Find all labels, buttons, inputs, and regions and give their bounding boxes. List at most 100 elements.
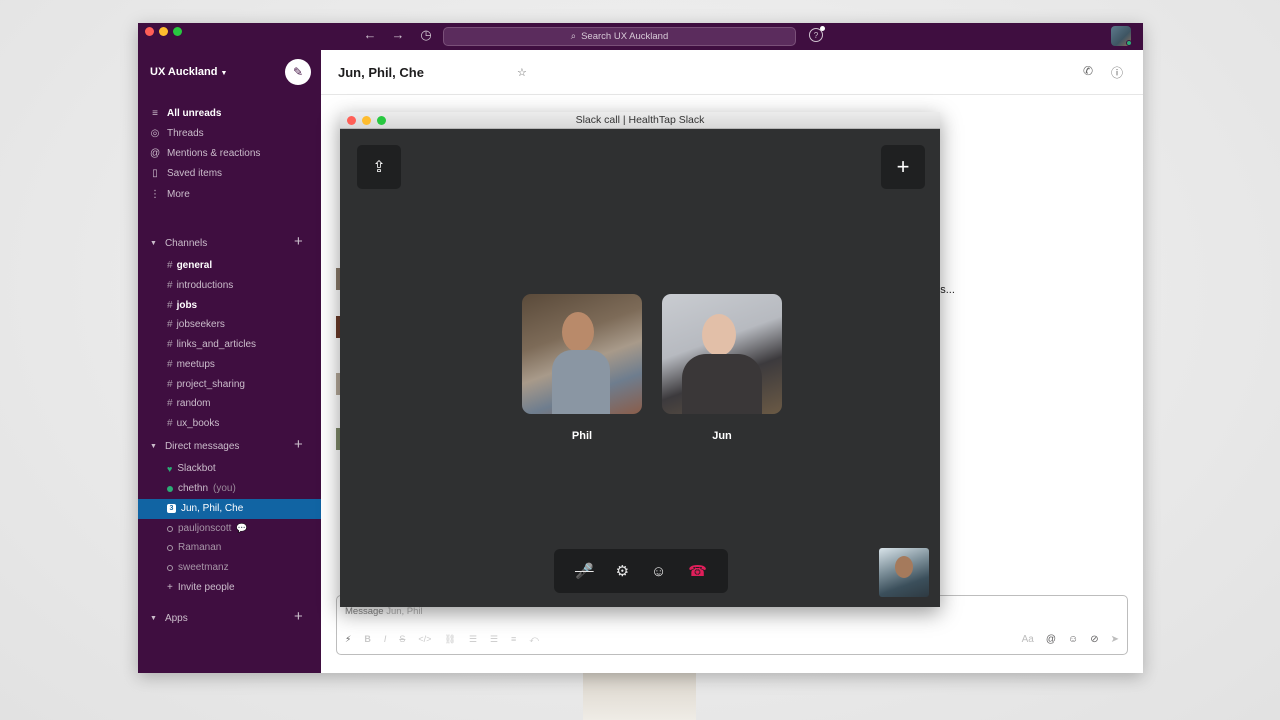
ordered-list-icon[interactable]: ☰ [469, 634, 477, 645]
hang-up-icon[interactable]: ☎ [688, 562, 707, 580]
sidebar-item-all-unreads[interactable]: ≡ All unreads [150, 105, 221, 121]
conversation-title[interactable]: Jun, Phil, Che [338, 65, 424, 80]
code-icon[interactable]: </> [418, 634, 431, 645]
call-controls: 🎤 ⚙ ☺ ☎ [554, 549, 728, 593]
search-bar[interactable]: ⌕ Search UX Auckland [443, 27, 796, 46]
forward-arrow-icon[interactable]: → [389, 27, 407, 43]
dm-section-toggle[interactable]: ▼ Direct messages [150, 441, 239, 452]
sidebar-item-channel[interactable]: # ux_books [167, 418, 219, 429]
sidebar-item-channel[interactable]: # links_and_articles [167, 339, 256, 350]
blockquote-icon[interactable]: ≡ [511, 634, 516, 645]
compose-button[interactable]: ✎ [285, 59, 311, 85]
mention-icon[interactable]: @ [1046, 634, 1056, 645]
sidebar-item-channel[interactable]: # random [167, 398, 210, 409]
close-call-window-button[interactable] [347, 116, 356, 125]
participant-name: Jun [712, 430, 732, 442]
list-icon: ≡ [152, 107, 158, 119]
channels-section-toggle[interactable]: ▼ Channels [150, 238, 207, 249]
sidebar-item-channel[interactable]: # meetups [167, 359, 215, 370]
caret-down-icon: ▼ [150, 615, 157, 622]
sidebar-item-dm[interactable]: chethn (you) [167, 483, 236, 494]
muted-microphone-icon[interactable]: 🎤 [575, 562, 594, 580]
hash-icon: # [167, 300, 173, 311]
sidebar-item-dm[interactable]: ♥ Slackbot [167, 463, 216, 474]
caret-down-icon: ▼ [150, 240, 157, 247]
italic-icon[interactable]: I [384, 634, 387, 645]
workspace-name: UX Auckland [150, 66, 218, 78]
sidebar-item-label: Saved items [167, 167, 223, 179]
zoom-window-button[interactable] [173, 27, 182, 36]
add-channel-button[interactable]: + [294, 233, 303, 250]
sidebar-item-channel[interactable]: # introductions [167, 280, 233, 291]
minimize-call-window-button[interactable] [362, 116, 371, 125]
dm-label: pauljonscott [178, 523, 232, 534]
sidebar-item-label: Threads [167, 127, 204, 139]
attachment-icon[interactable]: ⊘ [1090, 634, 1098, 645]
share-icon: ⇪ [372, 159, 386, 176]
add-dm-button[interactable]: + [294, 436, 303, 453]
hash-icon: # [167, 260, 173, 271]
back-arrow-icon[interactable]: ← [361, 27, 379, 43]
add-participant-button[interactable]: + [881, 145, 925, 189]
add-app-button[interactable]: + [294, 608, 303, 625]
sidebar-item-more[interactable]: ⋮ More [150, 186, 190, 202]
text-format-icon[interactable]: Aa [1022, 634, 1034, 645]
sidebar-item-mentions[interactable]: @ Mentions & reactions [150, 145, 260, 161]
sidebar-item-dm[interactable]: sweetmanz [167, 562, 229, 573]
participant-face [562, 312, 594, 352]
workspace-switcher[interactable]: UX Auckland ▼ [150, 66, 227, 78]
sidebar-item-threads[interactable]: ◎ Threads [150, 125, 204, 141]
placeholder-prefix: Message [345, 606, 384, 617]
call-window-controls [347, 116, 386, 125]
sidebar-item-dm[interactable]: Ramanan [167, 542, 221, 553]
info-icon[interactable]: ⓘ [1111, 64, 1123, 81]
close-window-button[interactable] [145, 27, 154, 36]
emoji-icon[interactable]: ☺ [1068, 634, 1078, 645]
send-icon[interactable]: ➤ [1111, 634, 1119, 645]
sidebar-item-saved[interactable]: ▯ Saved items [150, 165, 222, 181]
sidebar-item-dm[interactable]: pauljonscott 💬 [167, 523, 248, 534]
reactions-emoji-icon[interactable]: ☺ [651, 563, 666, 580]
shortcuts-icon[interactable]: ⚡ [345, 634, 351, 645]
participant-video-phil [522, 294, 642, 414]
history-nav: ← → ◷ [361, 27, 435, 43]
dm-label: Jun, Phil, Che [181, 503, 244, 514]
participant-name: Phil [571, 430, 593, 442]
monitor-stand [583, 670, 696, 720]
sidebar-item-channel[interactable]: # jobs [167, 300, 197, 311]
plus-icon: + [896, 154, 910, 179]
hash-icon: # [167, 418, 173, 429]
link-icon[interactable]: ⛓ [444, 634, 455, 645]
bold-icon[interactable]: B [364, 634, 371, 645]
phone-icon[interactable]: ✆ [1083, 64, 1093, 78]
minimize-window-button[interactable] [159, 27, 168, 36]
self-video-preview[interactable] [879, 548, 929, 597]
channel-label: ux_books [176, 418, 220, 429]
bulleted-list-icon[interactable]: ☰ [490, 634, 498, 645]
sidebar-item-channel[interactable]: # project_sharing [167, 379, 245, 390]
section-label: Direct messages [164, 441, 240, 452]
call-window-title: Slack call | HealthTap Slack [575, 114, 705, 126]
sidebar-item-channel[interactable]: # general [167, 260, 212, 271]
share-screen-button[interactable]: ⇪ [357, 145, 401, 189]
strikethrough-icon[interactable]: S [399, 634, 405, 645]
settings-gear-icon[interactable]: ⚙ [616, 562, 629, 580]
channel-label: jobseekers [176, 319, 225, 330]
message-input[interactable]: Message Jun, Phil [345, 606, 423, 617]
dm-label: chethn [178, 483, 209, 494]
invite-people-link[interactable]: + Invite people [167, 582, 235, 593]
sidebar-item-label: More [167, 188, 190, 200]
sidebar-item-label: All unreads [167, 107, 222, 119]
apps-section-toggle[interactable]: ▼ Apps [150, 613, 188, 624]
code-block-icon[interactable]: ⤺ [529, 634, 539, 645]
zoom-call-window-button[interactable] [377, 116, 386, 125]
self-face [895, 556, 913, 578]
member-count-badge: 3 [167, 504, 176, 513]
conversation-header: Jun, Phil, Che ☆ ✆ ⓘ [321, 50, 1143, 95]
star-icon[interactable]: ☆ [517, 66, 527, 79]
dm-label: sweetmanz [178, 562, 229, 573]
sidebar-item-channel[interactable]: # jobseekers [167, 319, 225, 330]
presence-away-icon [167, 564, 173, 571]
history-clock-icon[interactable]: ◷ [417, 27, 435, 43]
sidebar-item-dm-active[interactable]: 3 Jun, Phil, Che [167, 503, 243, 514]
